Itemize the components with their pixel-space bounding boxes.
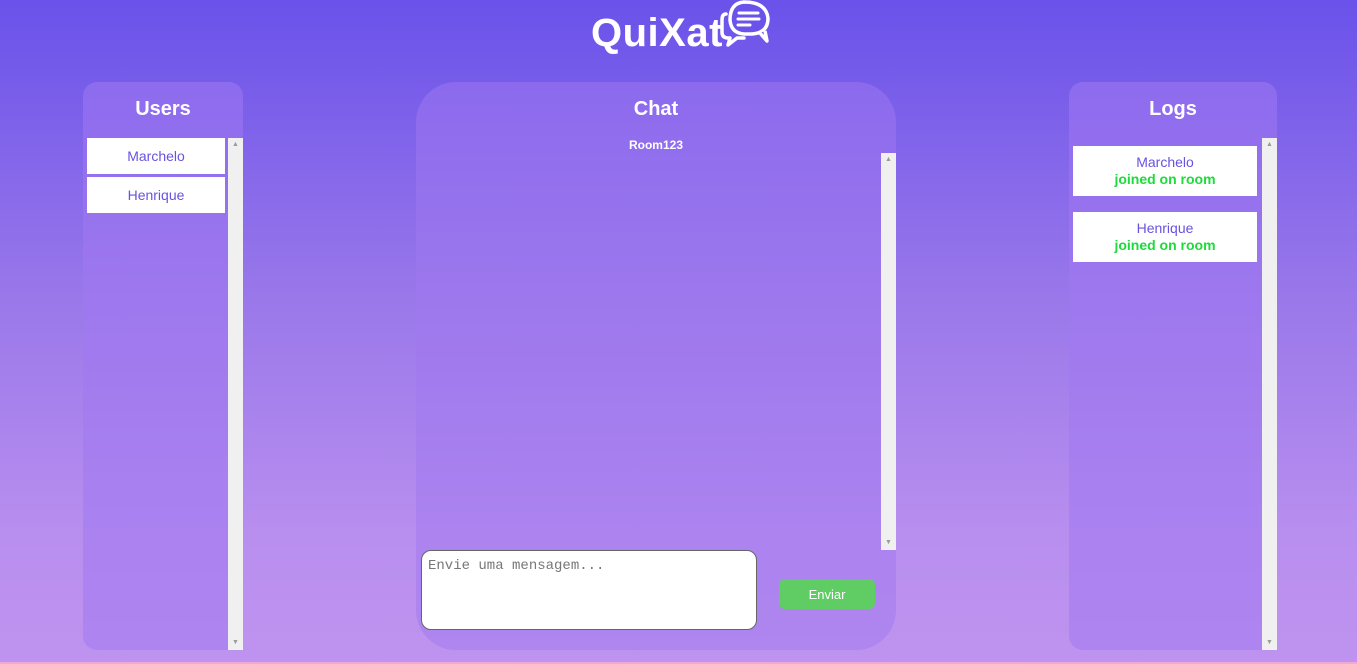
send-button[interactable]: Enviar <box>779 579 875 609</box>
log-action: joined on room <box>1114 171 1216 187</box>
room-name: Room123 <box>628 138 684 152</box>
users-panel: Users Marchelo Henrique ▲ ▼ <box>83 82 243 650</box>
user-item[interactable]: Henrique <box>87 177 225 213</box>
chat-bubbles-icon <box>720 0 770 47</box>
users-title: Users <box>135 98 191 120</box>
logs-title: Logs <box>1149 98 1197 120</box>
scroll-up-arrow-icon[interactable]: ▲ <box>228 138 243 152</box>
app-logo: QuiXat <box>591 0 771 60</box>
user-name: Marchelo <box>127 148 185 164</box>
chat-title: Chat <box>633 98 679 120</box>
user-item[interactable]: Marchelo <box>87 138 225 174</box>
users-scrollbar[interactable]: ▲ ▼ <box>228 138 243 650</box>
scroll-down-arrow-icon[interactable]: ▼ <box>1262 636 1277 650</box>
message-input[interactable] <box>421 550 757 630</box>
scroll-down-arrow-icon[interactable]: ▼ <box>228 636 243 650</box>
log-user: Marchelo <box>1136 154 1194 170</box>
scroll-down-arrow-icon[interactable]: ▼ <box>881 536 896 550</box>
logs-panel: Logs Marchelo joined on room Henrique jo… <box>1069 82 1277 650</box>
user-name: Henrique <box>127 187 185 203</box>
chat-panel: Chat Room123 ▲ ▼ Enviar <box>416 82 896 650</box>
scroll-up-arrow-icon[interactable]: ▲ <box>1262 138 1277 152</box>
log-entry: Marchelo joined on room <box>1073 146 1257 196</box>
chat-scrollbar[interactable]: ▲ ▼ <box>881 153 896 550</box>
log-entry: Henrique joined on room <box>1073 212 1257 262</box>
log-action: joined on room <box>1114 237 1216 253</box>
scroll-up-arrow-icon[interactable]: ▲ <box>881 153 896 167</box>
log-user: Henrique <box>1136 220 1194 236</box>
app-title: QuiXat <box>591 11 723 55</box>
logs-scrollbar[interactable]: ▲ ▼ <box>1262 138 1277 650</box>
